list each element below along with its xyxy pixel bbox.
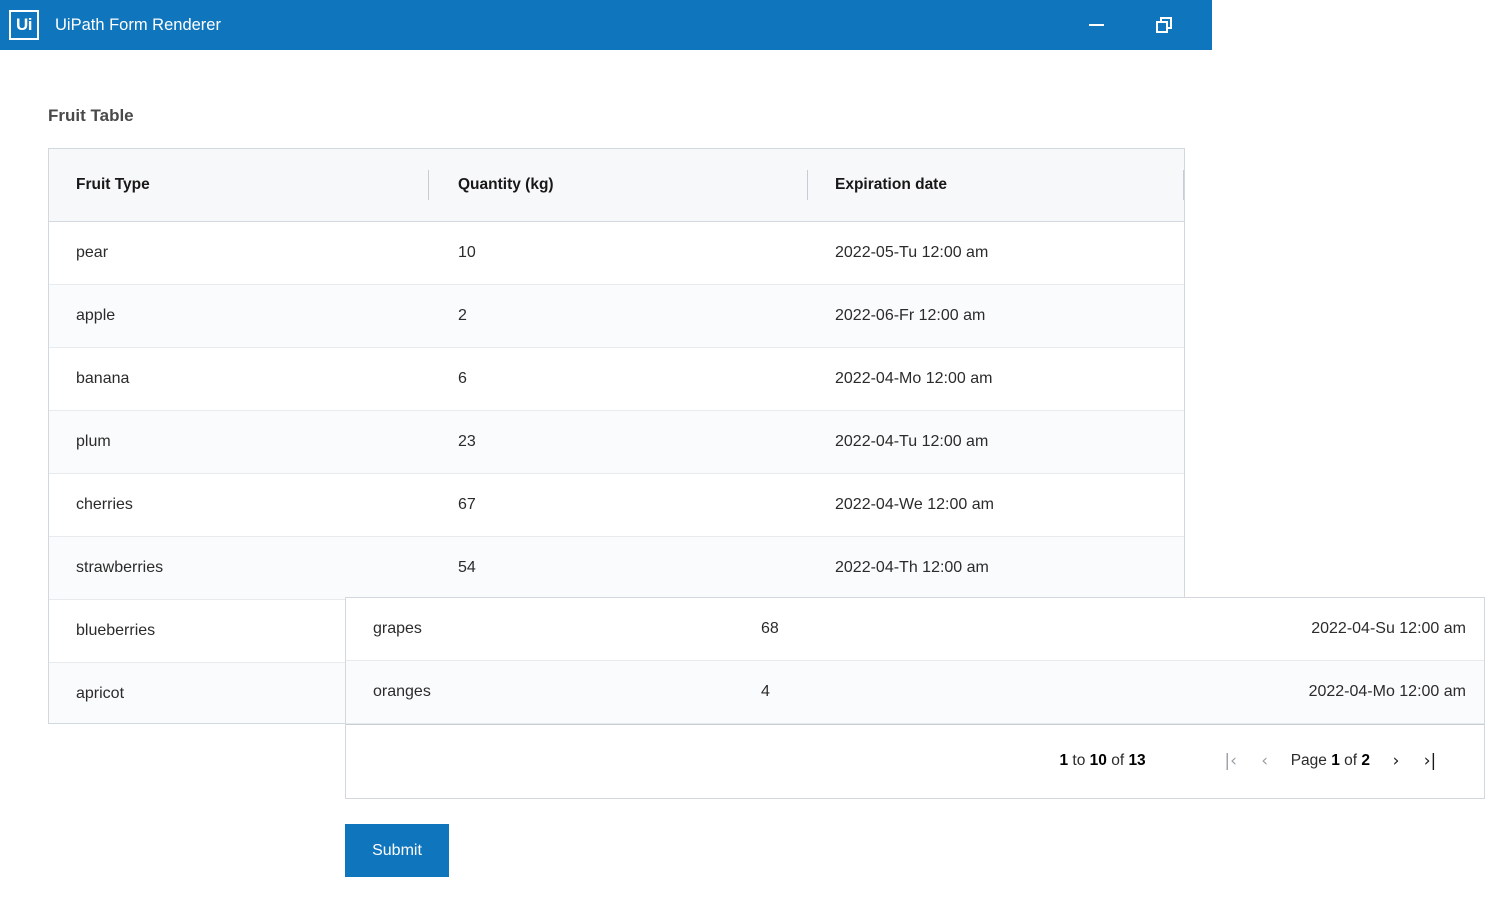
table-row[interactable]: plum 23 2022-04-Tu 12:00 am — [49, 411, 1184, 474]
cell-quantity: 6 — [458, 370, 467, 387]
cell-expiration-date: 2022-04-Th 12:00 am — [835, 559, 989, 576]
page-of-label: of — [1339, 752, 1362, 769]
restore-icon[interactable] — [1141, 0, 1187, 50]
cell-expiration-date: 2022-04-Mo 12:00 am — [835, 370, 993, 387]
cell-quantity: 2 — [458, 307, 467, 324]
cell-expiration-date: 2022-05-Tu 12:00 am — [835, 244, 989, 261]
cell-fruit-type: oranges — [373, 683, 431, 700]
cell-expiration-date: 2022-04-Mo 12:00 am — [1308, 683, 1466, 700]
cell-quantity: 68 — [761, 620, 779, 637]
range-to-label: to — [1068, 752, 1090, 769]
pagination-page-info: Page 1 of 2 — [1291, 752, 1370, 770]
cell-expiration-date: 2022-06-Fr 12:00 am — [835, 307, 986, 324]
column-header-label: Quantity (kg) — [458, 176, 554, 193]
table-row[interactable]: grapes 68 2022-04-Su 12:00 am — [346, 598, 1484, 661]
cell-quantity: 4 — [761, 683, 770, 700]
cell-quantity: 10 — [458, 244, 476, 261]
submit-button[interactable]: Submit — [345, 824, 449, 877]
column-header-label: Fruit Type — [76, 176, 150, 193]
range-of-label: of — [1106, 752, 1129, 769]
cell-fruit-type: plum — [76, 433, 111, 450]
pagination-bar: 1 to 10 of 13 |‹ ‹ Page 1 of 2 › ›| — [346, 724, 1484, 797]
cell-fruit-type: banana — [76, 370, 130, 387]
uipath-logo-icon: Ui — [9, 10, 39, 40]
page-current: 1 — [1331, 752, 1340, 769]
fruit-table-overlay: grapes 68 2022-04-Su 12:00 am oranges 4 … — [345, 597, 1485, 799]
column-separator — [807, 170, 808, 200]
cell-fruit-type: cherries — [76, 496, 133, 513]
range-from: 1 — [1059, 752, 1069, 769]
window-title-bar: Ui UiPath Form Renderer — [0, 0, 1212, 50]
table-row[interactable]: banana 6 2022-04-Mo 12:00 am — [49, 348, 1184, 411]
cell-expiration-date: 2022-04-We 12:00 am — [835, 496, 994, 513]
cell-quantity: 23 — [458, 433, 476, 450]
cell-expiration-date: 2022-04-Tu 12:00 am — [835, 433, 989, 450]
last-page-icon[interactable]: ›| — [1413, 744, 1447, 778]
window-title: UiPath Form Renderer — [55, 15, 221, 34]
table-row[interactable]: pear 10 2022-05-Tu 12:00 am — [49, 222, 1184, 285]
restore-glyph — [1155, 16, 1173, 34]
table-row[interactable]: cherries 67 2022-04-We 12:00 am — [49, 474, 1184, 537]
table-header-row: Fruit Type Quantity (kg) Expiration date — [49, 149, 1184, 222]
minimize-glyph — [1088, 24, 1104, 26]
range-total: 13 — [1128, 752, 1146, 769]
cell-fruit-type: grapes — [373, 620, 422, 637]
first-page-icon[interactable]: |‹ — [1214, 744, 1248, 778]
cell-expiration-date: 2022-04-Su 12:00 am — [1311, 620, 1466, 637]
column-separator — [1183, 170, 1184, 200]
cell-fruit-type: pear — [76, 244, 109, 261]
cell-fruit-type: strawberries — [76, 559, 164, 576]
page-total: 2 — [1361, 752, 1370, 769]
table-row[interactable]: strawberries 54 2022-04-Th 12:00 am — [49, 537, 1184, 600]
column-header-label: Expiration date — [835, 176, 947, 193]
page-label: Page — [1290, 752, 1332, 769]
cell-quantity: 67 — [458, 496, 476, 513]
next-page-icon[interactable]: › — [1379, 744, 1413, 778]
pagination-range: 1 to 10 of 13 — [1059, 752, 1145, 770]
cell-fruit-type: apple — [76, 307, 116, 324]
previous-page-icon[interactable]: ‹ — [1248, 744, 1282, 778]
column-header-quantity[interactable]: Quantity (kg) — [428, 149, 807, 221]
page-title: Fruit Table — [48, 106, 134, 125]
table-row[interactable]: apple 2 2022-06-Fr 12:00 am — [49, 285, 1184, 348]
column-separator — [428, 170, 429, 200]
column-header-fruit-type[interactable]: Fruit Type — [49, 149, 428, 221]
column-header-expiration-date[interactable]: Expiration date — [807, 149, 1184, 221]
minimize-icon[interactable] — [1073, 0, 1119, 50]
table-row[interactable]: oranges 4 2022-04-Mo 12:00 am — [346, 661, 1484, 724]
range-to: 10 — [1089, 752, 1107, 769]
cell-quantity: 54 — [458, 559, 476, 576]
